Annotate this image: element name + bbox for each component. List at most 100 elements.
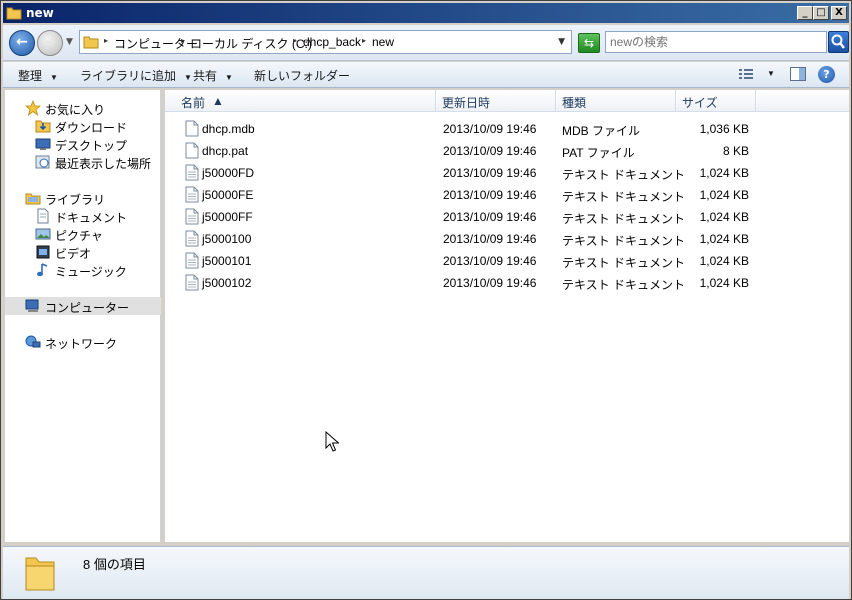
- file-size: 8 KB: [722, 144, 749, 158]
- crumb-separator-icon[interactable]: ▸: [362, 36, 366, 45]
- crumb-separator-icon[interactable]: ▸: [293, 36, 297, 45]
- address-dropdown-icon[interactable]: ▼: [558, 37, 565, 47]
- file-date: 2013/10/09 19:46: [443, 188, 537, 202]
- search-icon: [831, 34, 845, 49]
- folder-icon: [25, 557, 55, 591]
- file-row[interactable]: j50000FD 2013/10/09 19:46 テキスト ドキュメント 1,…: [165, 162, 849, 184]
- add-to-library-label: ライブラリに追加: [80, 69, 177, 83]
- view-options-icon[interactable]: [738, 67, 754, 81]
- refresh-button[interactable]: ⇆: [578, 33, 600, 53]
- column-header-name[interactable]: 名前 ▲: [165, 90, 436, 112]
- preview-pane-icon[interactable]: [790, 67, 806, 81]
- chevron-down-icon: ▼: [225, 73, 233, 82]
- arrow-right-icon: →: [44, 34, 56, 50]
- file-type: テキスト ドキュメント: [562, 168, 685, 182]
- address-row: ← → ▼ ▸ コンピューター ▸ ローカル ディスク (C:) ▸ dhcp_…: [3, 25, 849, 61]
- nav-recent[interactable]: 最近表示した場所: [5, 153, 161, 171]
- add-to-library-menu[interactable]: ライブラリに追加 ▼: [80, 67, 192, 84]
- nav-desktop[interactable]: デスクトップ: [5, 135, 161, 153]
- column-header-name-label: 名前: [181, 96, 206, 110]
- window-title: new: [26, 6, 54, 20]
- file-name: dhcp.mdb: [202, 122, 255, 136]
- refresh-icon: ⇆: [583, 36, 595, 50]
- file-type: MDB ファイル: [562, 124, 641, 138]
- history-dropdown-icon[interactable]: ▼: [66, 37, 73, 47]
- new-folder-label: 新しいフォルダー: [254, 69, 351, 83]
- details-pane: 8 個の項目: [3, 546, 849, 599]
- column-header-type-label: 種類: [562, 96, 587, 110]
- item-count: 8 個の項目: [83, 557, 146, 572]
- computer-icon: [25, 299, 39, 312]
- file-date: 2013/10/09 19:46: [443, 144, 537, 158]
- share-menu[interactable]: 共有 ▼: [193, 67, 233, 84]
- file-row[interactable]: j5000101 2013/10/09 19:46 テキスト ドキュメント 1,…: [165, 250, 849, 272]
- crumb-separator-icon[interactable]: ▸: [104, 36, 108, 45]
- nav-libraries[interactable]: ライブラリ: [5, 189, 161, 207]
- nav-favorites[interactable]: お気に入り: [5, 99, 161, 117]
- nav-documents-label: ドキュメント: [55, 211, 128, 225]
- file-row[interactable]: j50000FE 2013/10/09 19:46 テキスト ドキュメント 1,…: [165, 184, 849, 206]
- column-header-size-label: サイズ: [682, 96, 718, 110]
- crumb-dhcp-back[interactable]: dhcp_back: [303, 35, 361, 49]
- file-row[interactable]: j50000FF 2013/10/09 19:46 テキスト ドキュメント 1,…: [165, 206, 849, 228]
- column-header-row: 名前 ▲ 更新日時 種類 サイズ: [165, 90, 849, 112]
- nav-desktop-label: デスクトップ: [55, 139, 128, 153]
- network-icon: [25, 335, 41, 348]
- explorer-window: new _ □ X ← → ▼ ▸ コンピューター ▸ ローカル ディスク (C…: [0, 0, 852, 600]
- nav-pictures-label: ピクチャ: [55, 229, 103, 243]
- text-document-icon: [185, 230, 199, 247]
- minimize-button[interactable]: _: [797, 6, 813, 20]
- nav-computer[interactable]: コンピューター: [5, 297, 161, 315]
- nav-videos[interactable]: ビデオ: [5, 243, 161, 261]
- file-size: 1,024 KB: [699, 188, 749, 202]
- text-document-icon: [185, 208, 199, 225]
- file-name: j50000FE: [202, 188, 254, 202]
- maximize-button[interactable]: □: [813, 6, 829, 20]
- column-header-type[interactable]: 種類: [556, 90, 676, 112]
- nav-pictures[interactable]: ピクチャ: [5, 225, 161, 243]
- share-label: 共有: [193, 69, 218, 83]
- file-size: 1,024 KB: [699, 166, 749, 180]
- chevron-down-icon: ▼: [184, 73, 192, 82]
- help-icon[interactable]: ?: [818, 66, 835, 83]
- file-row[interactable]: j5000102 2013/10/09 19:46 テキスト ドキュメント 1,…: [165, 272, 849, 294]
- column-header-size[interactable]: サイズ: [676, 90, 756, 112]
- address-bar[interactable]: ▸ コンピューター ▸ ローカル ディスク (C:) ▸ dhcp_back ▸…: [79, 30, 572, 54]
- library-icon: [25, 193, 41, 205]
- close-button[interactable]: X: [831, 6, 847, 20]
- crumb-new[interactable]: new: [372, 35, 394, 49]
- forward-button[interactable]: →: [37, 30, 63, 56]
- file-type: テキスト ドキュメント: [562, 234, 685, 248]
- column-header-date[interactable]: 更新日時: [436, 90, 556, 112]
- organize-menu[interactable]: 整理 ▼: [18, 67, 58, 84]
- video-icon: [36, 245, 50, 259]
- title-bar[interactable]: new _ □ X: [3, 3, 849, 23]
- nav-favorites-label: お気に入り: [45, 103, 106, 117]
- file-name: j50000FD: [202, 166, 255, 180]
- folder-icon: [83, 36, 99, 49]
- nav-music-label: ミュージック: [55, 265, 127, 279]
- file-row[interactable]: j5000100 2013/10/09 19:46 テキスト ドキュメント 1,…: [165, 228, 849, 250]
- nav-libraries-label: ライブラリ: [45, 193, 106, 207]
- file-row[interactable]: dhcp.pat 2013/10/09 19:46 PAT ファイル 8 KB: [165, 140, 849, 162]
- crumb-computer[interactable]: コンピューター: [114, 35, 198, 52]
- search-box[interactable]: [605, 31, 827, 53]
- text-document-icon: [185, 186, 199, 203]
- file-icon: [185, 120, 199, 137]
- mouse-cursor-icon: [325, 431, 339, 452]
- file-size: 1,024 KB: [699, 210, 749, 224]
- view-dropdown-icon[interactable]: ▼: [767, 69, 775, 78]
- search-input[interactable]: [610, 34, 820, 50]
- new-folder-button[interactable]: 新しいフォルダー: [254, 67, 350, 84]
- nav-music[interactable]: ミュージック: [5, 261, 161, 279]
- search-button[interactable]: [828, 31, 849, 53]
- nav-documents[interactable]: ドキュメント: [5, 207, 161, 225]
- nav-downloads[interactable]: ダウンロード: [5, 117, 161, 135]
- nav-network[interactable]: ネットワーク: [5, 333, 161, 351]
- file-size: 1,036 KB: [699, 122, 749, 136]
- desktop-icon: [35, 138, 51, 150]
- file-type: テキスト ドキュメント: [562, 190, 685, 204]
- file-row[interactable]: dhcp.mdb 2013/10/09 19:46 MDB ファイル 1,036…: [165, 118, 849, 140]
- crumb-separator-icon[interactable]: ▸: [181, 36, 185, 45]
- back-button[interactable]: ←: [9, 30, 35, 56]
